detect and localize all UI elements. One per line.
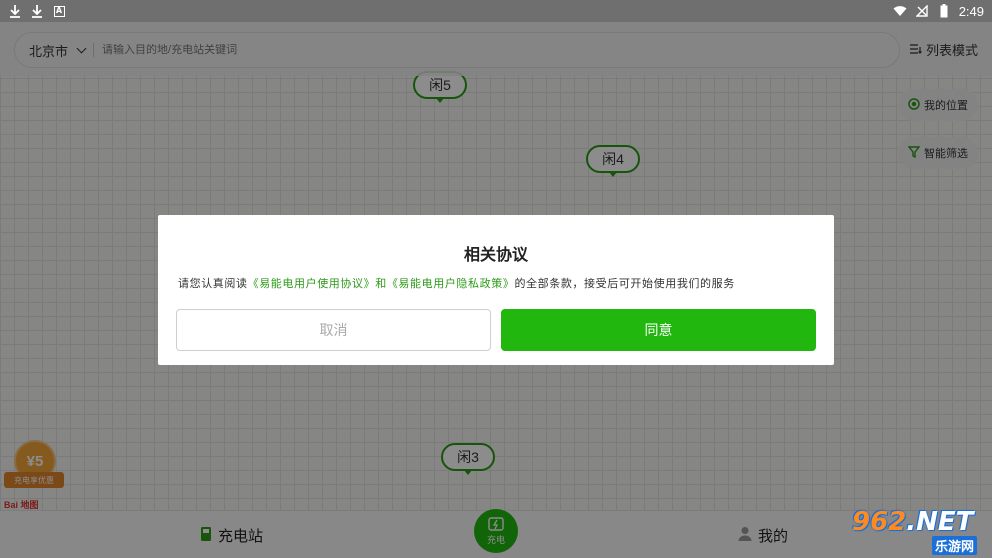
- watermark-text: 乐游网: [932, 536, 978, 555]
- watermark-number: 962: [852, 507, 907, 537]
- agree-button[interactable]: 同意: [501, 309, 816, 351]
- user-agreement-link[interactable]: 《易能电用户使用协议》: [248, 278, 376, 290]
- privacy-policy-link[interactable]: 《易能电用户隐私政策》: [387, 278, 515, 290]
- watermark-logo: 962.NET: [852, 507, 973, 537]
- battery-icon: [937, 4, 951, 18]
- dialog-text-prefix: 请您认真阅读: [178, 278, 248, 290]
- no-signal-icon: [915, 4, 929, 18]
- watermark-suffix: .NET: [906, 507, 974, 537]
- agreement-dialog: 相关协议 请您认真阅读《易能电用户使用协议》和《易能电用户隐私政策》的全部条款，…: [158, 215, 834, 365]
- status-time: 2:49: [958, 3, 984, 19]
- app-a-icon: A: [52, 4, 66, 18]
- download-icon: [30, 4, 44, 18]
- dialog-title: 相关协议: [463, 247, 528, 264]
- site-watermark: 962.NET 乐游网: [852, 507, 988, 555]
- dialog-text-suffix: 的全部条款，接受后可开始使用我们的服务: [514, 278, 735, 290]
- download-icon: [8, 4, 22, 18]
- wifi-icon: [893, 4, 907, 18]
- status-bar: A 2:49: [0, 0, 992, 22]
- cancel-button[interactable]: 取消: [176, 309, 491, 351]
- dialog-text-and: 和: [375, 278, 387, 290]
- dialog-message: 请您认真阅读《易能电用户使用协议》和《易能电用户隐私政策》的全部条款，接受后可开…: [178, 275, 818, 291]
